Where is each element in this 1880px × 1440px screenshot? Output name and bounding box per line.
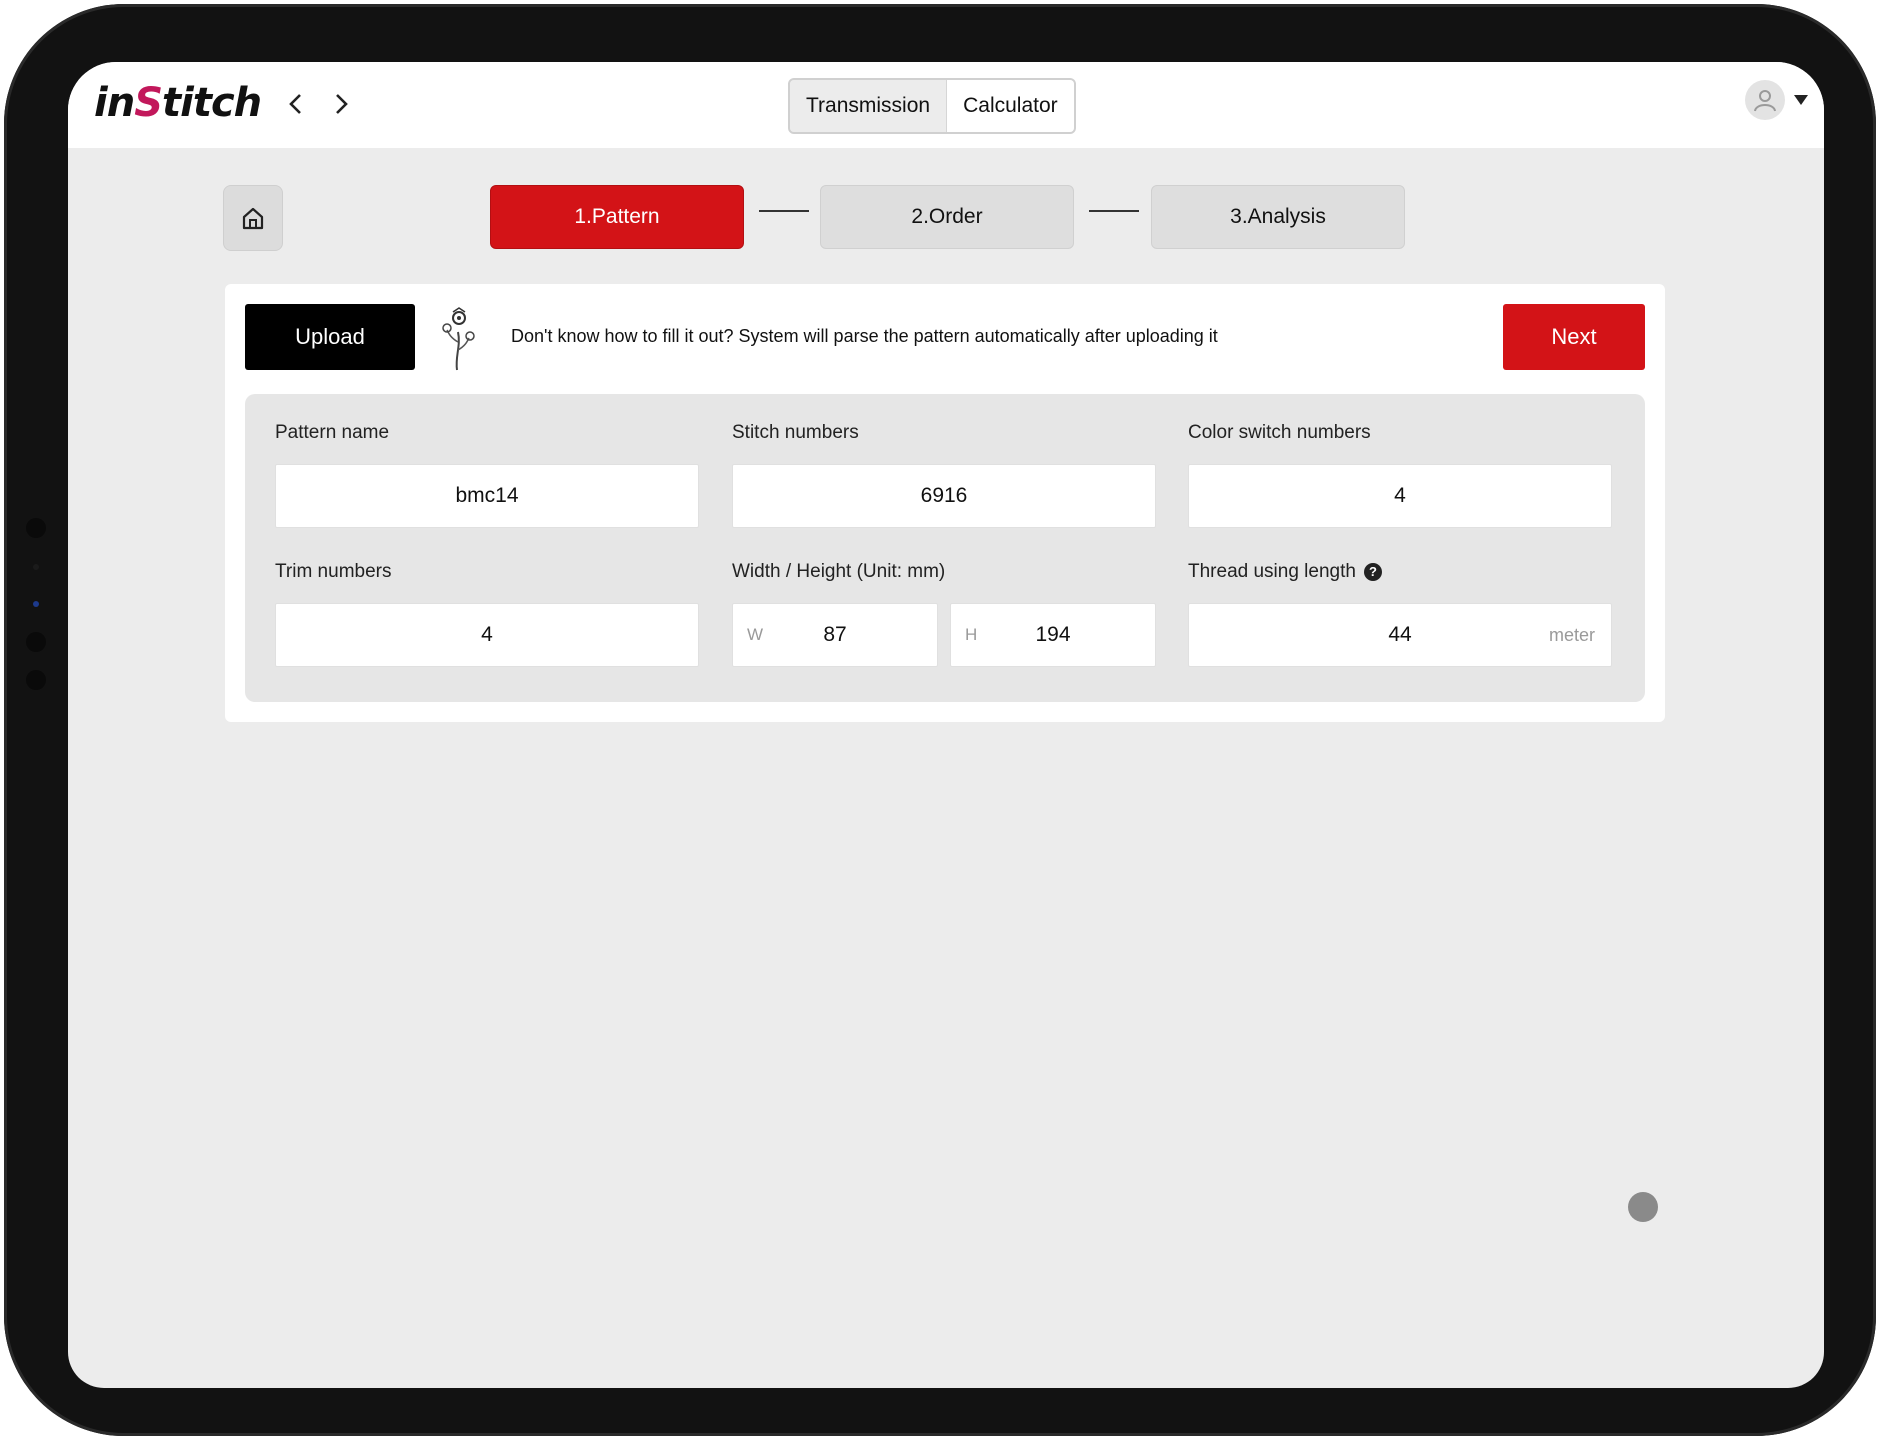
home-button[interactable] xyxy=(223,185,283,251)
mode-tabs: Transmission Calculator xyxy=(788,78,1076,134)
side-sensor-bottom xyxy=(26,670,46,690)
thread-length-label-text: Thread using length xyxy=(1188,561,1356,582)
height-prefix: H xyxy=(965,625,978,644)
trim-numbers-field[interactable]: 4 xyxy=(275,603,699,667)
stitch-numbers-field[interactable]: 6916 xyxy=(732,464,1156,528)
assistive-touch-button[interactable] xyxy=(1628,1192,1658,1222)
trim-numbers-label: Trim numbers xyxy=(275,561,392,582)
width-field[interactable]: W 87 xyxy=(732,603,938,667)
thread-length-value: 44 xyxy=(1388,623,1412,646)
side-sensor xyxy=(26,518,46,538)
color-switch-label: Color switch numbers xyxy=(1188,422,1371,443)
stitch-numbers-label: Stitch numbers xyxy=(732,422,859,443)
width-value: 87 xyxy=(823,623,847,646)
color-switch-field[interactable]: 4 xyxy=(1188,464,1612,528)
step-pattern[interactable]: 1.Pattern xyxy=(490,185,744,249)
step-connector xyxy=(1089,210,1139,212)
step-order[interactable]: 2.Order xyxy=(820,185,1074,249)
forward-button[interactable] xyxy=(323,86,359,122)
pattern-card: Upload Don't know how to fill it out? Sy… xyxy=(225,284,1665,722)
pattern-name-field[interactable]: bmc14 xyxy=(275,464,699,528)
step-analysis[interactable]: 3.Analysis xyxy=(1151,185,1405,249)
app-screen: inStitch Transmission Calculator 1.Patte… xyxy=(68,62,1824,1388)
home-icon xyxy=(242,207,264,230)
trim-numbers-value: 4 xyxy=(481,623,493,646)
step-connector xyxy=(759,210,809,212)
thread-length-label: Thread using length? xyxy=(1188,561,1382,583)
app-logo: inStitch xyxy=(94,80,262,126)
caret-down-icon xyxy=(1794,95,1808,105)
next-button[interactable]: Next xyxy=(1503,304,1645,370)
chevron-right-icon xyxy=(336,94,348,114)
thread-length-field[interactable]: 44 meter xyxy=(1188,603,1612,667)
tablet-frame: inStitch Transmission Calculator 1.Patte… xyxy=(4,4,1876,1436)
height-field[interactable]: H 194 xyxy=(950,603,1156,667)
pattern-name-value: bmc14 xyxy=(455,484,519,507)
pattern-flower-icon xyxy=(442,307,475,371)
tab-calculator[interactable]: Calculator xyxy=(946,80,1074,132)
help-icon[interactable]: ? xyxy=(1363,562,1382,581)
side-led xyxy=(33,601,39,607)
user-icon xyxy=(1754,90,1776,112)
dimensions-label: Width / Height (Unit: mm) xyxy=(732,561,946,582)
width-prefix: W xyxy=(747,625,764,644)
stitch-numbers-value: 6916 xyxy=(920,484,968,507)
top-bar: inStitch Transmission Calculator xyxy=(68,62,1824,148)
thread-length-unit: meter xyxy=(1548,624,1595,645)
chevron-left-icon xyxy=(289,94,301,114)
upload-hint-text: Don't know how to fill it out? System wi… xyxy=(511,326,1218,346)
color-switch-value: 4 xyxy=(1394,484,1406,507)
upload-button[interactable]: Upload xyxy=(245,304,415,370)
side-sensor-small xyxy=(33,564,39,570)
height-value: 194 xyxy=(1035,623,1071,646)
account-menu-button[interactable] xyxy=(1794,92,1808,110)
tab-transmission[interactable]: Transmission xyxy=(790,80,947,132)
pattern-form: Pattern name Stitch numbers Color switch… xyxy=(245,394,1645,702)
back-button[interactable] xyxy=(278,86,314,122)
pattern-name-label: Pattern name xyxy=(275,422,390,443)
user-avatar[interactable] xyxy=(1745,80,1785,120)
side-sensor-lower xyxy=(26,632,46,652)
